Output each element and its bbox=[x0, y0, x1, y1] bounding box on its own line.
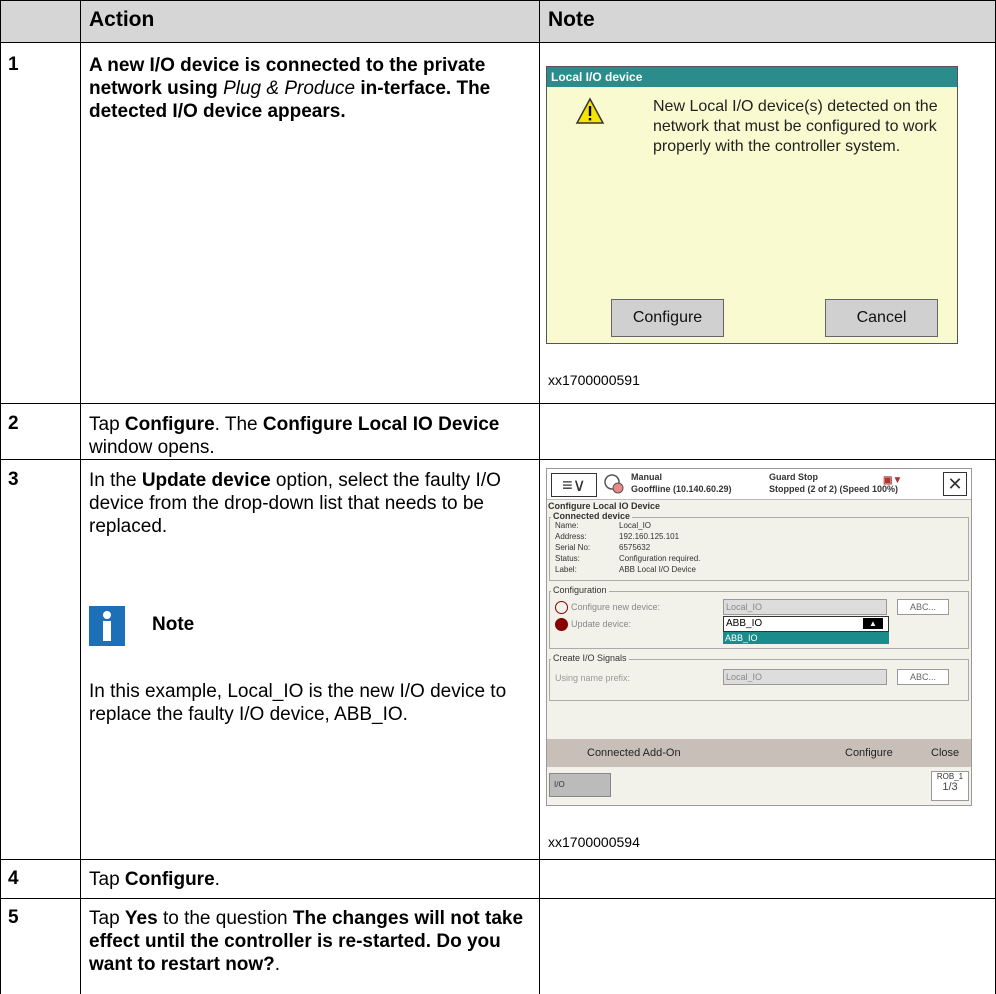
configure-new-abc-button[interactable]: ABC... bbox=[897, 599, 949, 615]
row-divider bbox=[0, 403, 996, 404]
update-device-radio[interactable] bbox=[555, 618, 568, 631]
create-signals-legend: Create I/O Signals bbox=[551, 653, 629, 663]
dropdown-arrow-icon[interactable]: ▲ bbox=[863, 618, 883, 629]
dialog-title: Local I/O device bbox=[547, 67, 957, 87]
prefix-field[interactable]: Local_IO bbox=[723, 669, 887, 685]
row-number: 4 bbox=[8, 868, 19, 889]
close-icon[interactable]: ✕ bbox=[943, 472, 967, 496]
connected-device-group bbox=[549, 517, 969, 581]
close-button[interactable]: Close bbox=[931, 747, 959, 759]
window-title: Configure Local IO Device bbox=[548, 501, 661, 511]
field-value: 6575632 bbox=[619, 543, 651, 552]
figure-caption: xx1700000594 bbox=[548, 834, 640, 850]
row-number: 3 bbox=[8, 469, 19, 490]
configure-new-radio[interactable] bbox=[555, 601, 568, 614]
field-label: Serial No: bbox=[555, 543, 591, 552]
step-text: A new I/O device is connected to the pri… bbox=[89, 55, 491, 122]
dropdown-option[interactable]: ABB_IO bbox=[723, 632, 889, 644]
dialog-configure-button[interactable]: Configure bbox=[611, 299, 724, 337]
field-label: Status: bbox=[555, 554, 580, 563]
update-device-label: Update device: bbox=[571, 619, 632, 629]
command-bar: Connected Add-On Configure Close bbox=[547, 739, 971, 767]
status-state: Stopped (2 of 2) (Speed 100%) bbox=[769, 484, 899, 494]
row-divider bbox=[0, 859, 996, 860]
column-divider-1 bbox=[80, 0, 81, 994]
row-number: 2 bbox=[8, 413, 19, 434]
step-text: Tap Configure. bbox=[89, 869, 220, 890]
row-divider bbox=[0, 459, 996, 460]
configuration-legend: Configuration bbox=[551, 585, 609, 595]
note-text: In this example, Local_IO is the new I/O… bbox=[89, 681, 507, 725]
field-label: Label: bbox=[555, 565, 577, 574]
configure-new-field[interactable]: Local_IO bbox=[723, 599, 887, 615]
row-number: 1 bbox=[8, 54, 19, 75]
rob-status-button[interactable]: ROB_1 1/3 bbox=[931, 771, 969, 801]
robot-status-icon bbox=[604, 474, 624, 494]
io-task-button[interactable]: I/O bbox=[549, 773, 611, 797]
configure-local-io-screenshot: ≡∨ Manual Gooffline (10.140.60.29) Guard… bbox=[546, 468, 972, 806]
row-divider bbox=[0, 898, 996, 899]
table-border-left bbox=[0, 0, 1, 994]
row-number: 5 bbox=[8, 907, 19, 928]
procedure-table: Action Note 1 A new I/O device is connec… bbox=[0, 0, 996, 994]
configure-new-label: Configure new device: bbox=[571, 602, 661, 612]
status-mode: Manual bbox=[631, 472, 663, 482]
connected-device-legend: Connected device bbox=[551, 511, 633, 521]
configure-button[interactable]: Configure bbox=[845, 747, 893, 759]
status-host: Gooffline (10.140.60.29) bbox=[631, 484, 732, 494]
prefix-abc-button[interactable]: ABC... bbox=[897, 669, 949, 685]
field-value: ABB Local I/O Device bbox=[619, 565, 696, 574]
figure-caption: xx1700000591 bbox=[548, 372, 640, 388]
step-text: In the Update device option, select the … bbox=[89, 470, 501, 537]
status-flags-icon: ▣▼ bbox=[883, 475, 903, 486]
local-io-dialog-screenshot: Local I/O device New Local I/O device(s)… bbox=[546, 66, 958, 344]
field-label: Name: bbox=[555, 521, 579, 530]
warning-icon bbox=[575, 97, 605, 124]
field-label: Address: bbox=[555, 532, 587, 541]
row-divider bbox=[0, 42, 996, 43]
header-note: Note bbox=[548, 8, 595, 31]
header-action: Action bbox=[89, 8, 155, 31]
row-divider bbox=[0, 0, 996, 1]
prefix-label: Using name prefix: bbox=[555, 673, 631, 683]
field-value: 192.160.125.101 bbox=[619, 532, 680, 541]
status-stop: Guard Stop bbox=[769, 472, 818, 482]
rob-label: ROB_1 bbox=[936, 772, 964, 781]
step-text: Tap Yes to the question The changes will… bbox=[89, 908, 524, 975]
status-bar: ≡∨ Manual Gooffline (10.140.60.29) Guard… bbox=[547, 469, 971, 500]
dialog-message: New Local I/O device(s) detected on the … bbox=[653, 98, 938, 155]
dialog-cancel-button[interactable]: Cancel bbox=[825, 299, 938, 337]
note-label: Note bbox=[152, 614, 195, 635]
info-note-icon bbox=[89, 606, 125, 646]
rob-fraction: 1/3 bbox=[942, 781, 958, 793]
connected-add-on-button[interactable]: Connected Add-On bbox=[587, 747, 681, 759]
menu-button[interactable]: ≡∨ bbox=[551, 473, 597, 497]
field-value: Local_IO bbox=[619, 521, 652, 530]
field-value: Configuration required. bbox=[619, 554, 701, 563]
step-text: Tap Configure. The Configure Local IO De… bbox=[89, 414, 500, 458]
column-divider-2 bbox=[539, 0, 540, 994]
